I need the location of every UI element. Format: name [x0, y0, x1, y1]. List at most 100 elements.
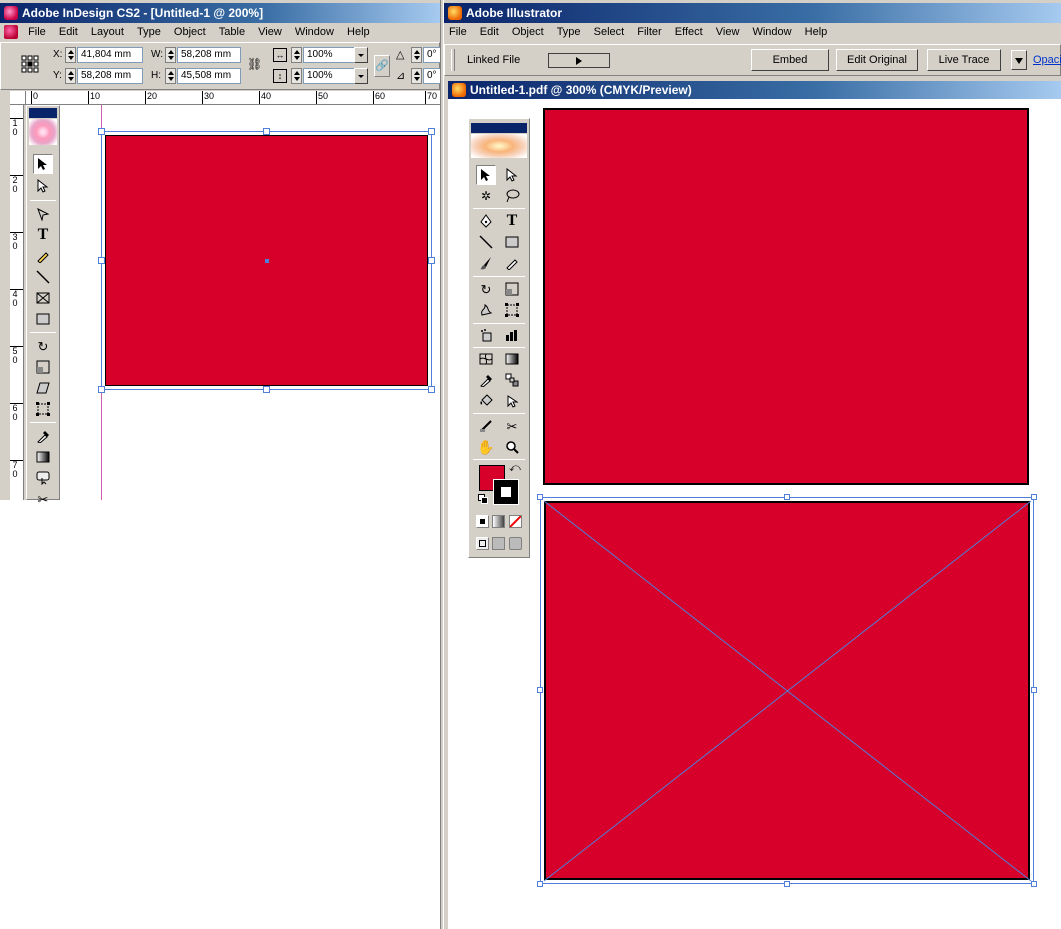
id-line-tool-icon[interactable]: [33, 267, 53, 287]
id-type-tool-icon[interactable]: T: [33, 225, 53, 245]
constrain-proportions-icon[interactable]: ⛓: [247, 57, 262, 75]
id-menu-view[interactable]: View: [253, 23, 287, 41]
id-direct-selection-tool-icon[interactable]: [33, 176, 53, 196]
ai-menu-view[interactable]: View: [711, 23, 745, 41]
id-rectangle-tool-icon[interactable]: [33, 309, 53, 329]
ai-handle-mr[interactable]: [1031, 687, 1037, 693]
id-rotate-tool-icon[interactable]: ↻: [33, 336, 53, 356]
scale-x-dropdown[interactable]: [354, 47, 368, 63]
h-spinner[interactable]: [165, 68, 176, 84]
ai-menu-select[interactable]: Select: [589, 23, 630, 41]
embed-button[interactable]: Embed: [751, 49, 829, 71]
ai-lasso-tool-icon[interactable]: [502, 186, 522, 206]
scale-y-field[interactable]: 100%: [303, 68, 355, 84]
id-scale-tool-icon[interactable]: [33, 357, 53, 377]
live-trace-options-dropdown[interactable]: [1011, 50, 1027, 70]
id-menu-help[interactable]: Help: [342, 23, 375, 41]
id-handle-tc[interactable]: [263, 128, 270, 135]
id-handle-br[interactable]: [428, 386, 435, 393]
ai-handle-tr[interactable]: [1031, 494, 1037, 500]
ai-gradient-tool-icon[interactable]: [502, 349, 522, 369]
x-field[interactable]: 41,804 mm: [77, 47, 143, 63]
ai-handle-tc[interactable]: [784, 494, 790, 500]
ai-free-transform-tool-icon[interactable]: [502, 300, 522, 320]
id-menu-file[interactable]: File: [23, 23, 51, 41]
ai-menu-file[interactable]: File: [444, 23, 472, 41]
ai-menu-effect[interactable]: Effect: [670, 23, 708, 41]
opacity-link[interactable]: Opacit: [1033, 54, 1061, 66]
ai-line-segment-tool-icon[interactable]: [476, 232, 496, 252]
id-vertical-ruler[interactable]: 10 20 30 40 50 60 70: [10, 105, 24, 500]
id-menu-layout[interactable]: Layout: [86, 23, 129, 41]
ai-menu-edit[interactable]: Edit: [475, 23, 504, 41]
reference-point-icon[interactable]: [21, 55, 39, 73]
ai-menu-type[interactable]: Type: [552, 23, 586, 41]
id-handle-ml[interactable]: [98, 257, 105, 264]
id-gradient-tool-icon[interactable]: [33, 447, 53, 467]
ai-live-paint-selection-tool-icon[interactable]: [502, 391, 522, 411]
id-handle-bc[interactable]: [263, 386, 270, 393]
ai-pencil-tool-icon[interactable]: [502, 253, 522, 273]
edit-original-button[interactable]: Edit Original: [836, 49, 918, 71]
ai-slice-tool-icon[interactable]: [476, 416, 496, 436]
ai-full-screen-menu-mode-icon[interactable]: [492, 537, 505, 550]
id-handle-tl[interactable]: [98, 128, 105, 135]
id-pencil-tool-icon[interactable]: [33, 246, 53, 266]
ai-column-graph-tool-icon[interactable]: [502, 325, 522, 345]
ai-eyedropper-tool-icon[interactable]: [476, 370, 496, 390]
id-handle-bl[interactable]: [98, 386, 105, 393]
ai-rotate-tool-icon[interactable]: ↻: [476, 279, 496, 299]
ai-placed-image-frame[interactable]: [540, 497, 1034, 884]
ai-handle-bc[interactable]: [784, 881, 790, 887]
ai-handle-br[interactable]: [1031, 881, 1037, 887]
ai-panel-grip[interactable]: [451, 49, 455, 71]
id-canvas[interactable]: [60, 105, 440, 500]
id-eyedropper-tool-icon[interactable]: [33, 426, 53, 446]
ai-menu-help[interactable]: Help: [800, 23, 833, 41]
id-handle-tr[interactable]: [428, 128, 435, 135]
id-selection-tool-icon[interactable]: [33, 154, 53, 174]
ai-symbol-sprayer-tool-icon[interactable]: [476, 325, 496, 345]
id-toolbox-header[interactable]: [29, 108, 57, 118]
ai-full-screen-mode-icon[interactable]: [509, 537, 522, 550]
id-free-transform-tool-icon[interactable]: [33, 399, 53, 419]
scale-y-dropdown[interactable]: [354, 68, 368, 84]
scale-x-spinner[interactable]: [291, 47, 302, 63]
ai-paintbrush-tool-icon[interactable]: [476, 253, 496, 273]
ai-pen-tool-icon[interactable]: [476, 211, 496, 231]
ai-scissors-tool-icon[interactable]: ✂: [502, 416, 522, 436]
ai-scale-tool-icon[interactable]: [502, 279, 522, 299]
w-field[interactable]: 58,208 mm: [177, 47, 241, 63]
h-field[interactable]: 45,508 mm: [177, 68, 241, 84]
id-button-tool-icon[interactable]: [33, 468, 53, 488]
id-shear-tool-icon[interactable]: [33, 378, 53, 398]
y-field[interactable]: 58,208 mm: [77, 68, 143, 84]
ai-menu-window[interactable]: Window: [747, 23, 796, 41]
ai-rectangle-tool-icon[interactable]: [502, 232, 522, 252]
ai-gradient-mode-icon[interactable]: [492, 515, 505, 528]
ai-selection-tool-icon[interactable]: [476, 165, 496, 185]
y-spinner[interactable]: [65, 68, 76, 84]
id-rectangle-frame-tool-icon[interactable]: [33, 288, 53, 308]
ai-color-mode-icon[interactable]: [476, 515, 489, 528]
id-menu-table[interactable]: Table: [214, 23, 250, 41]
id-handle-mr[interactable]: [428, 257, 435, 264]
ai-handle-bl[interactable]: [537, 881, 543, 887]
x-spinner[interactable]: [65, 47, 76, 63]
illustrator-titlebar[interactable]: Adobe Illustrator: [444, 3, 1061, 23]
ai-blend-tool-icon[interactable]: [502, 370, 522, 390]
ai-handle-ml[interactable]: [537, 687, 543, 693]
ai-stroke-swatch[interactable]: [493, 479, 519, 505]
ai-mesh-tool-icon[interactable]: [476, 349, 496, 369]
shear-spinner[interactable]: [411, 68, 422, 84]
ai-type-tool-icon[interactable]: T: [502, 211, 522, 231]
ai-direct-selection-tool-icon[interactable]: [502, 165, 522, 185]
w-spinner[interactable]: [165, 47, 176, 63]
ai-magic-wand-tool-icon[interactable]: ✲: [476, 186, 496, 206]
indesign-titlebar[interactable]: Adobe InDesign CS2 - [Untitled-1 @ 200%]: [0, 3, 440, 23]
id-horizontal-ruler[interactable]: 0 10 20 30 40 50 60 70: [26, 91, 440, 105]
rotate-spinner[interactable]: [411, 47, 422, 63]
linked-file-dropdown[interactable]: [548, 53, 610, 68]
ai-none-mode-icon[interactable]: [509, 515, 522, 528]
ai-toolbox-header[interactable]: [471, 123, 527, 133]
